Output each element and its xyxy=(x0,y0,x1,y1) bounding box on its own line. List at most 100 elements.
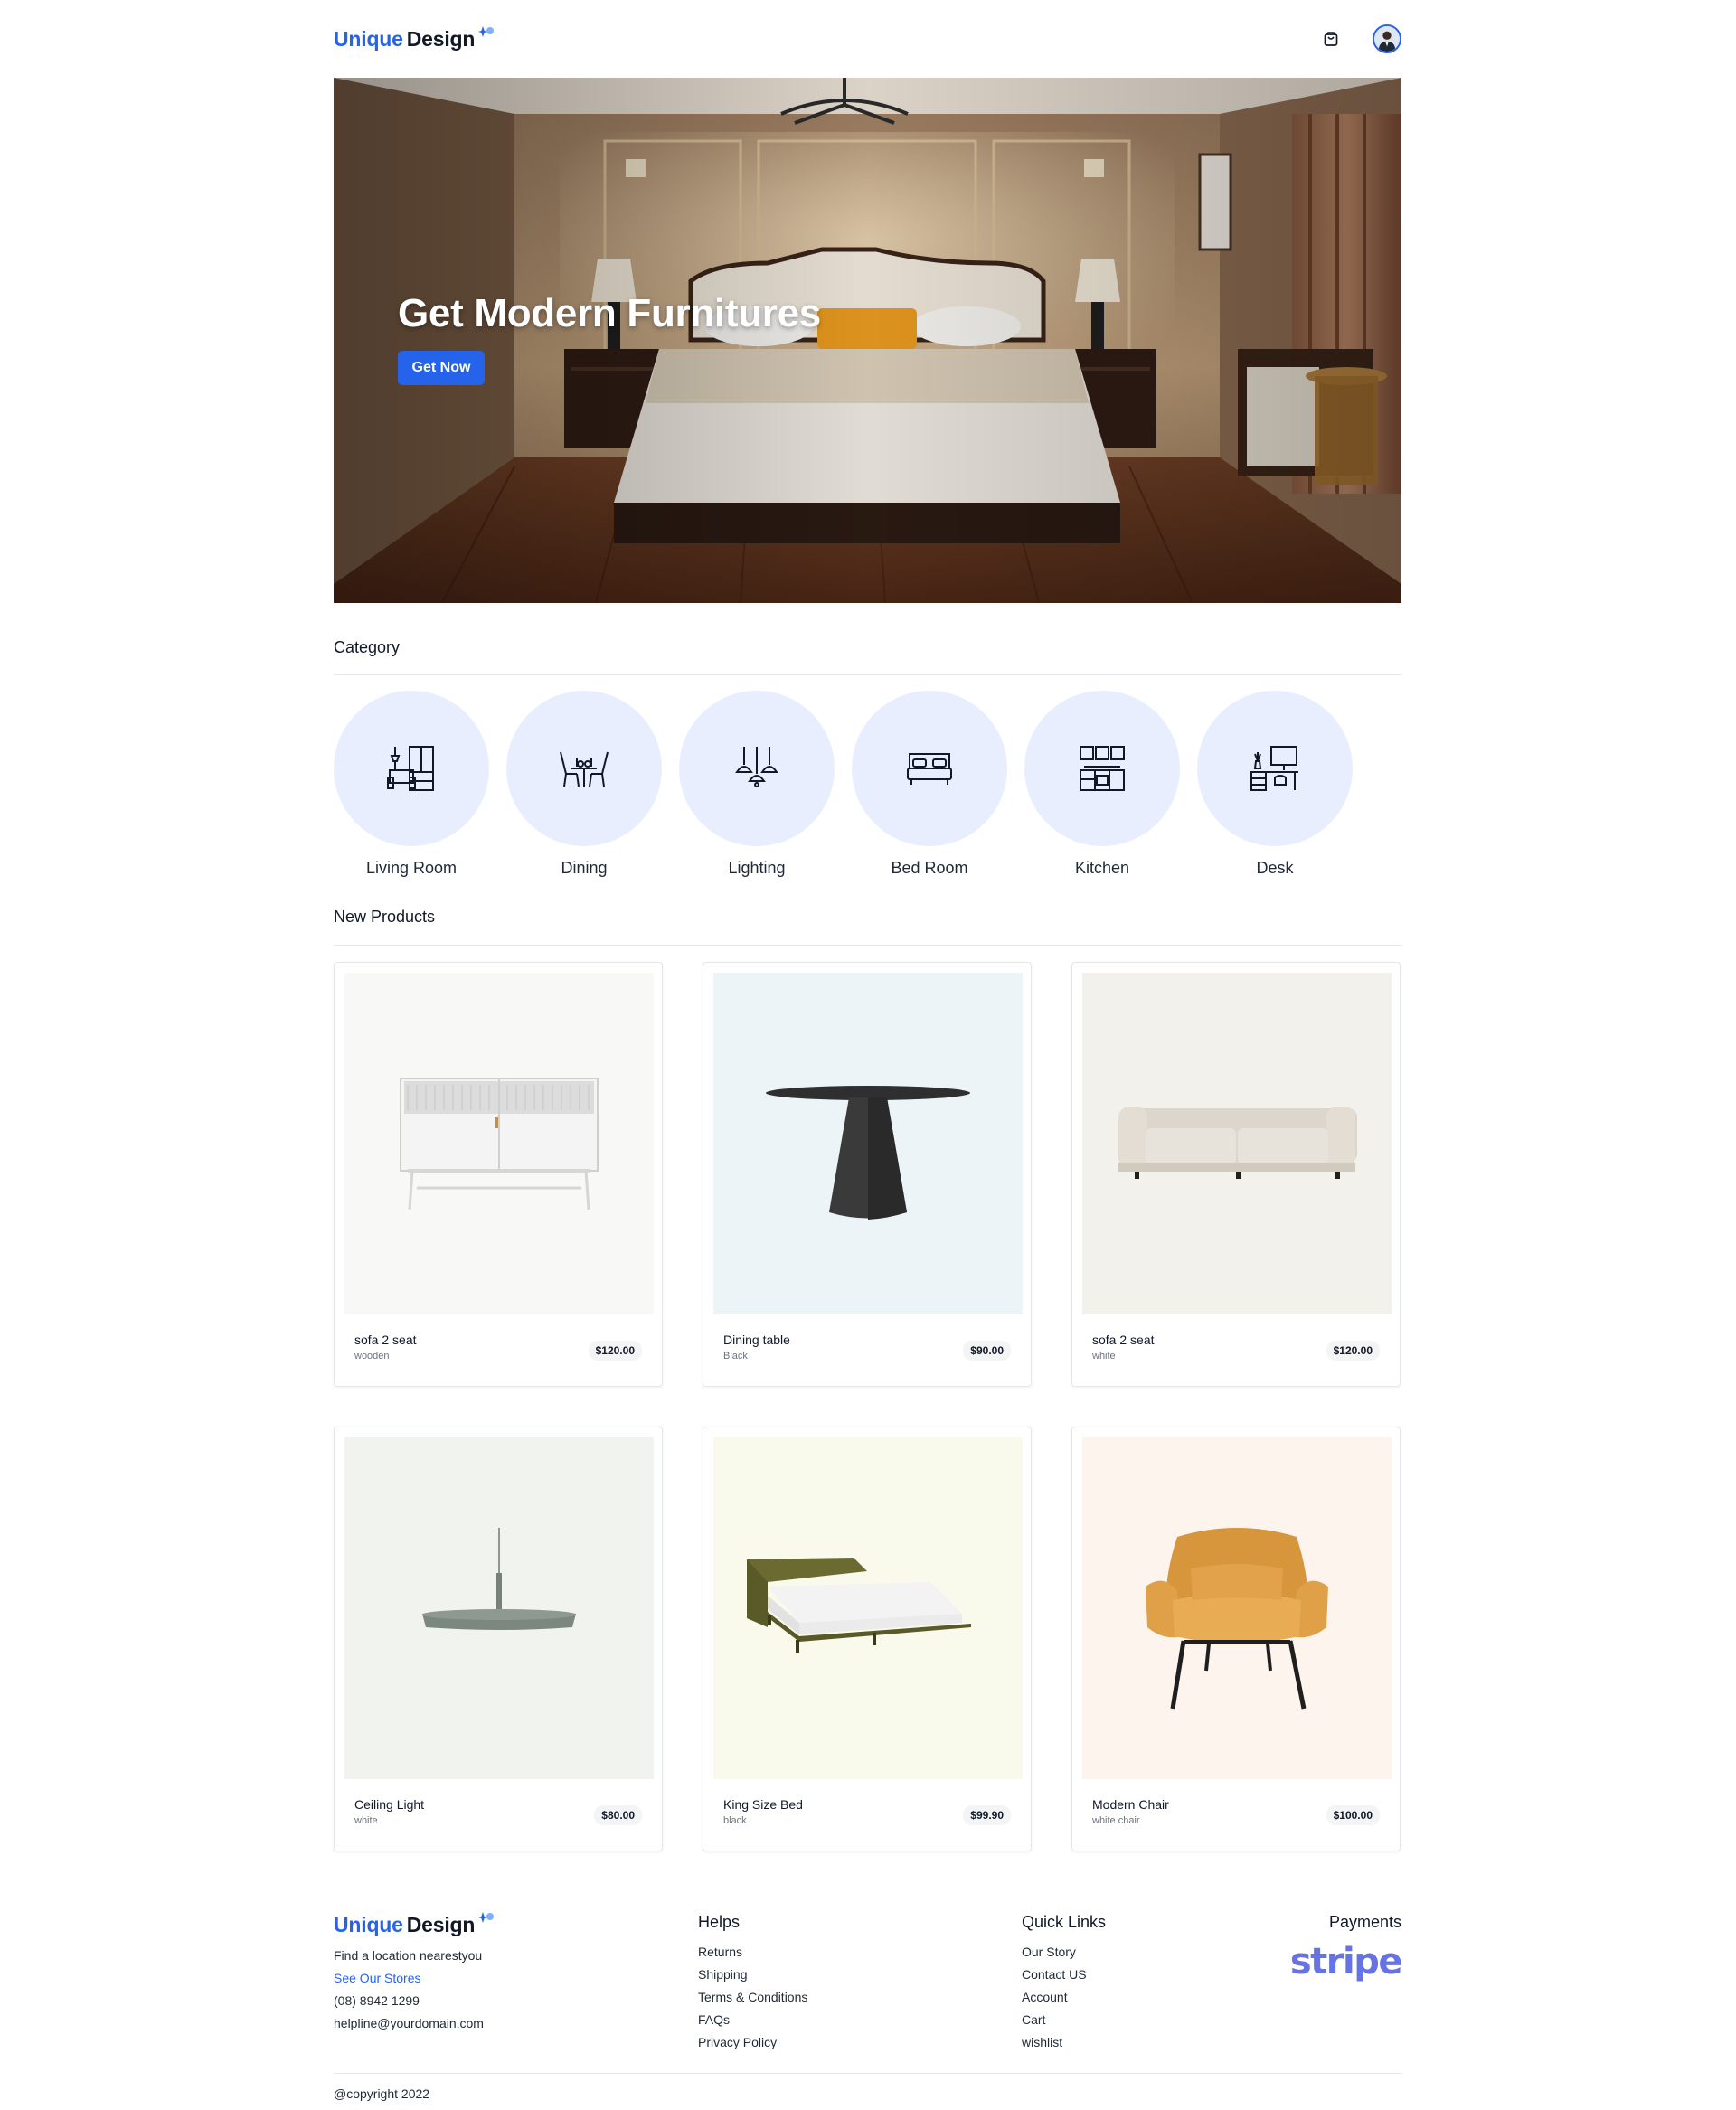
bedroom-hero-image xyxy=(334,78,1401,603)
product-variant: white xyxy=(354,1815,378,1826)
user-avatar[interactable] xyxy=(1373,24,1401,53)
product-card[interactable]: Ceiling Light white $80.00 xyxy=(334,1427,663,1851)
product-variant: wooden xyxy=(354,1351,390,1361)
stripe-logo: stripe xyxy=(1289,1941,1403,1983)
footer-email: helpline@yourdomain.com xyxy=(334,2016,484,2030)
footer-payments-column: Payments stripe xyxy=(1289,1913,1403,1983)
footer-helps-column: Helps Returns Shipping Terms & Condition… xyxy=(698,1913,807,2054)
site-footer: Unique Design Find a location nearestyou… xyxy=(334,1912,1403,2058)
quick-links-heading: Quick Links xyxy=(1022,1913,1107,1931)
product-image xyxy=(1082,1437,1392,1779)
bed-image xyxy=(747,1558,971,1653)
desk-icon xyxy=(1250,746,1298,791)
products-section-header: New Products xyxy=(334,908,1401,927)
privacy-policy-link[interactable]: Privacy Policy xyxy=(698,2031,807,2054)
helps-heading: Helps xyxy=(698,1913,741,1931)
account-link[interactable]: Account xyxy=(1022,1986,1106,2009)
footer-brand-column: Unique Design Find a location nearestyou… xyxy=(334,1912,495,2035)
shopping-bag-icon[interactable] xyxy=(1318,26,1344,52)
category-dining[interactable]: Dining xyxy=(506,691,662,878)
sparkle-icon xyxy=(478,25,495,37)
faqs-link[interactable]: FAQs xyxy=(698,2009,807,2031)
site-header: Unique Design xyxy=(334,0,1401,78)
price-badge: $90.00 xyxy=(963,1341,1011,1361)
products-divider xyxy=(334,945,1401,946)
price-badge: $120.00 xyxy=(1326,1341,1380,1361)
product-variant: white xyxy=(1092,1351,1116,1361)
product-card[interactable]: sofa 2 seat white $120.00 xyxy=(1071,962,1401,1387)
footer-quick-links-column: Quick Links Our Story Contact US Account… xyxy=(1022,1913,1106,2054)
category-divider xyxy=(334,674,1401,675)
product-image xyxy=(713,1437,1023,1779)
category-label: Dining xyxy=(561,859,608,877)
product-variant: Black xyxy=(723,1351,748,1361)
category-living-room[interactable]: Living Room xyxy=(334,691,489,878)
product-card[interactable]: Modern Chair white chair $100.00 xyxy=(1071,1427,1401,1851)
price-badge: $120.00 xyxy=(588,1341,642,1361)
dining-icon xyxy=(560,751,609,787)
category-label: Lighting xyxy=(728,859,786,877)
product-grid: sofa 2 seat wooden $120.00 Dining table … xyxy=(334,962,1401,1851)
dining-table-image xyxy=(766,1086,970,1220)
brand-logo[interactable]: Unique Design xyxy=(334,25,495,52)
returns-link[interactable]: Returns xyxy=(698,1941,807,1964)
category-desk[interactable]: Desk xyxy=(1197,691,1353,878)
product-name: Ceiling Light xyxy=(354,1797,425,1812)
sideboard-image xyxy=(400,1078,599,1210)
product-name: Dining table xyxy=(723,1333,790,1347)
product-image xyxy=(713,973,1023,1314)
product-name: sofa 2 seat xyxy=(1092,1333,1155,1347)
product-name: sofa 2 seat xyxy=(354,1333,417,1347)
product-image xyxy=(1082,973,1392,1314)
price-badge: $80.00 xyxy=(594,1805,642,1825)
category-title: Category xyxy=(334,638,401,656)
product-name: Modern Chair xyxy=(1092,1797,1169,1812)
footer-divider xyxy=(334,2073,1401,2074)
category-label: Bed Room xyxy=(891,859,968,877)
footer-tagline: Find a location nearestyou xyxy=(334,1948,483,1963)
sparkle-icon xyxy=(478,1912,495,1923)
see-our-stores-link[interactable]: See Our Stores xyxy=(334,1967,495,1990)
get-now-button[interactable]: Get Now xyxy=(398,351,485,385)
category-list: Living Room Dining Lighting Bed Room Kit… xyxy=(334,691,1401,878)
sofa-image xyxy=(1118,1107,1357,1179)
new-products-title: New Products xyxy=(334,908,436,926)
category-lighting[interactable]: Lighting xyxy=(679,691,835,878)
footer-logo[interactable]: Unique Design xyxy=(334,1912,495,1937)
contact-us-link[interactable]: Contact US xyxy=(1022,1964,1106,1986)
category-label: Living Room xyxy=(365,859,458,877)
living-room-icon xyxy=(387,746,434,791)
product-image xyxy=(344,1437,654,1779)
cart-link[interactable]: Cart xyxy=(1022,2009,1106,2031)
logo-word-design: Design xyxy=(406,1913,476,1936)
ceiling-light-image xyxy=(422,1528,576,1630)
hero-title: Get Modern Furnitures xyxy=(398,291,821,335)
category-bed-room[interactable]: Bed Room xyxy=(852,691,1007,878)
category-label: Kitchen xyxy=(1074,859,1130,877)
logo-word-design: Design xyxy=(406,26,476,51)
product-card[interactable]: Dining table Black $90.00 xyxy=(703,962,1032,1387)
hero-banner: Get Modern Furnitures Get Now xyxy=(334,78,1401,603)
wishlist-link[interactable]: wishlist xyxy=(1022,2031,1106,2054)
category-kitchen[interactable]: Kitchen xyxy=(1024,691,1180,878)
category-section-header: Category xyxy=(334,638,1401,657)
lighting-icon xyxy=(735,747,778,787)
bed-room-icon xyxy=(907,753,952,785)
logo-word-unique: Unique xyxy=(334,1913,403,1936)
price-badge: $99.90 xyxy=(963,1805,1011,1825)
shipping-link[interactable]: Shipping xyxy=(698,1964,807,1986)
header-actions xyxy=(1318,24,1401,53)
category-label: Desk xyxy=(1256,859,1294,877)
payments-heading: Payments xyxy=(1328,1913,1401,1931)
footer-phone: (08) 8942 1299 xyxy=(334,1993,420,2008)
product-image xyxy=(344,973,654,1314)
price-badge: $100.00 xyxy=(1326,1805,1380,1825)
copyright-text: @copyright 2022 xyxy=(334,2086,430,2101)
our-story-link[interactable]: Our Story xyxy=(1022,1941,1106,1964)
terms-link[interactable]: Terms & Conditions xyxy=(698,1986,807,2009)
product-card[interactable]: sofa 2 seat wooden $120.00 xyxy=(334,962,663,1387)
product-card[interactable]: King Size Bed black $99.90 xyxy=(703,1427,1032,1851)
product-variant: white chair xyxy=(1092,1815,1140,1826)
modern-chair-image xyxy=(1146,1528,1328,1710)
logo-word-unique: Unique xyxy=(334,26,403,51)
